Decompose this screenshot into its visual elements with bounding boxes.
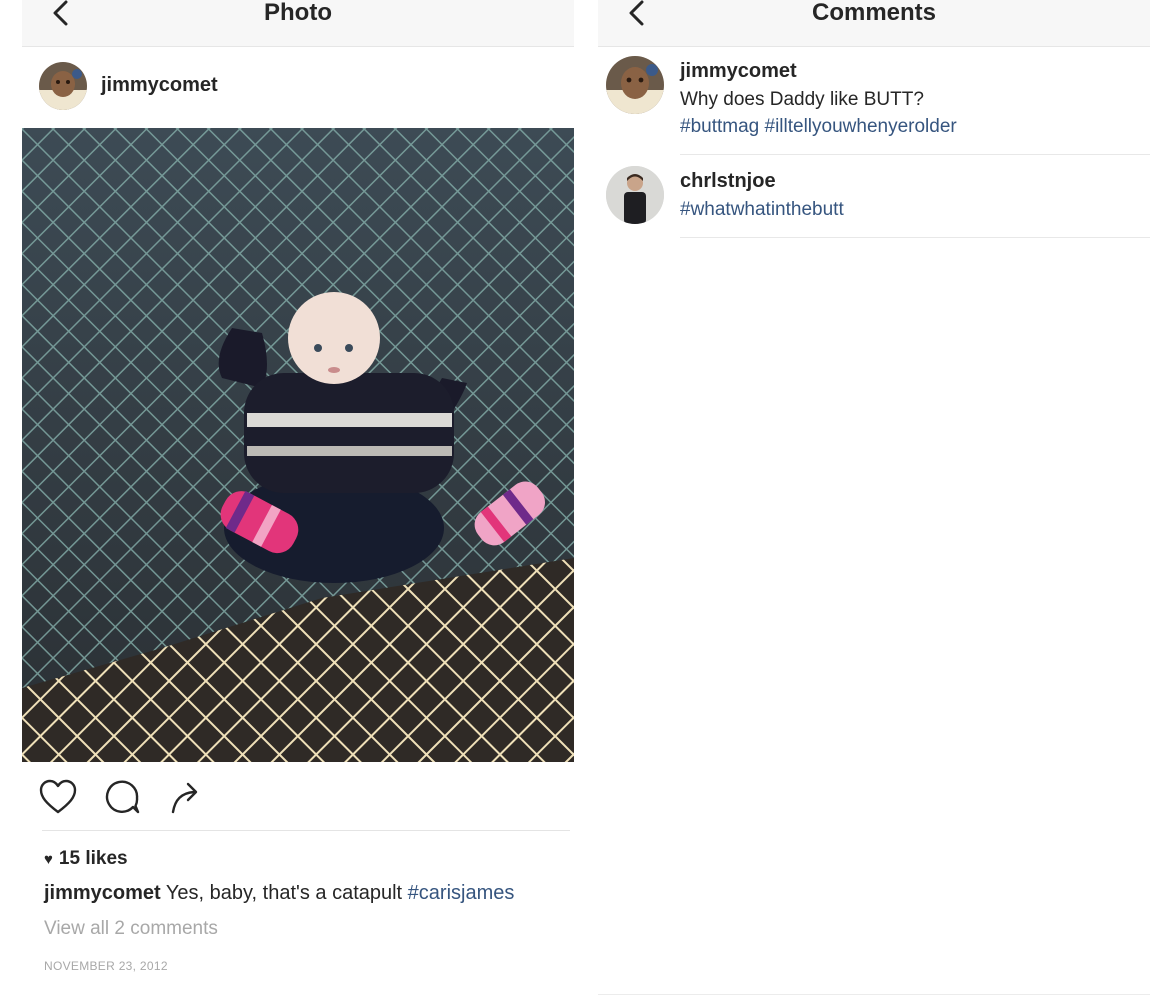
photo-screen: Photo jimmycomet ♥ 15 likes jimmycomet Y… — [22, 0, 574, 997]
divider — [680, 237, 1150, 238]
avatar[interactable] — [39, 62, 87, 110]
post-date: NOVEMBER 23, 2012 — [44, 959, 168, 973]
post-username[interactable]: jimmycomet — [101, 74, 218, 97]
divider — [42, 830, 570, 831]
caption-username[interactable]: jimmycomet — [44, 882, 161, 904]
comment-text: Why does Daddy like BUTT? — [680, 89, 924, 110]
view-all-comments-link[interactable]: View all 2 comments — [44, 918, 218, 940]
baby-in-hammock-image — [22, 128, 574, 762]
avatar[interactable] — [606, 56, 664, 114]
user-avatar-image — [606, 56, 664, 114]
comment-username[interactable]: chrlstnjoe — [680, 170, 776, 193]
comment-hashtags[interactable]: #whatwhatinthebutt — [680, 196, 844, 224]
post-caption: jimmycomet Yes, baby, that's a catapult … — [44, 882, 514, 905]
comment-icon — [105, 780, 140, 814]
divider — [680, 154, 1150, 155]
likes-count[interactable]: ♥ 15 likes — [44, 848, 128, 870]
heart-icon: ♥ — [44, 851, 53, 868]
user-avatar-image — [606, 166, 664, 224]
share-button[interactable] — [167, 778, 207, 818]
divider — [598, 994, 1150, 995]
caption-hashtag[interactable]: #carisjames — [408, 882, 515, 904]
caption-text: Yes, baby, that's a catapult — [160, 882, 408, 904]
photo-header: Photo — [22, 0, 574, 47]
likes-label: 15 likes — [58, 848, 128, 869]
heart-icon — [39, 779, 77, 814]
page-title: Photo — [264, 0, 332, 26]
comment-username[interactable]: jimmycomet — [680, 60, 797, 83]
comments-screen: Comments jimmycomet Why does Daddy like … — [598, 0, 1150, 997]
comment-button[interactable] — [102, 778, 142, 818]
comments-header: Comments — [598, 0, 1150, 47]
user-avatar-image — [39, 62, 87, 110]
avatar[interactable] — [606, 166, 664, 224]
like-button[interactable] — [38, 778, 78, 818]
page-title: Comments — [811, 0, 937, 26]
share-icon — [171, 782, 198, 814]
post-photo[interactable] — [22, 128, 574, 762]
comment-hashtags[interactable]: #buttmag #illtellyouwhenyerolder — [680, 113, 957, 141]
